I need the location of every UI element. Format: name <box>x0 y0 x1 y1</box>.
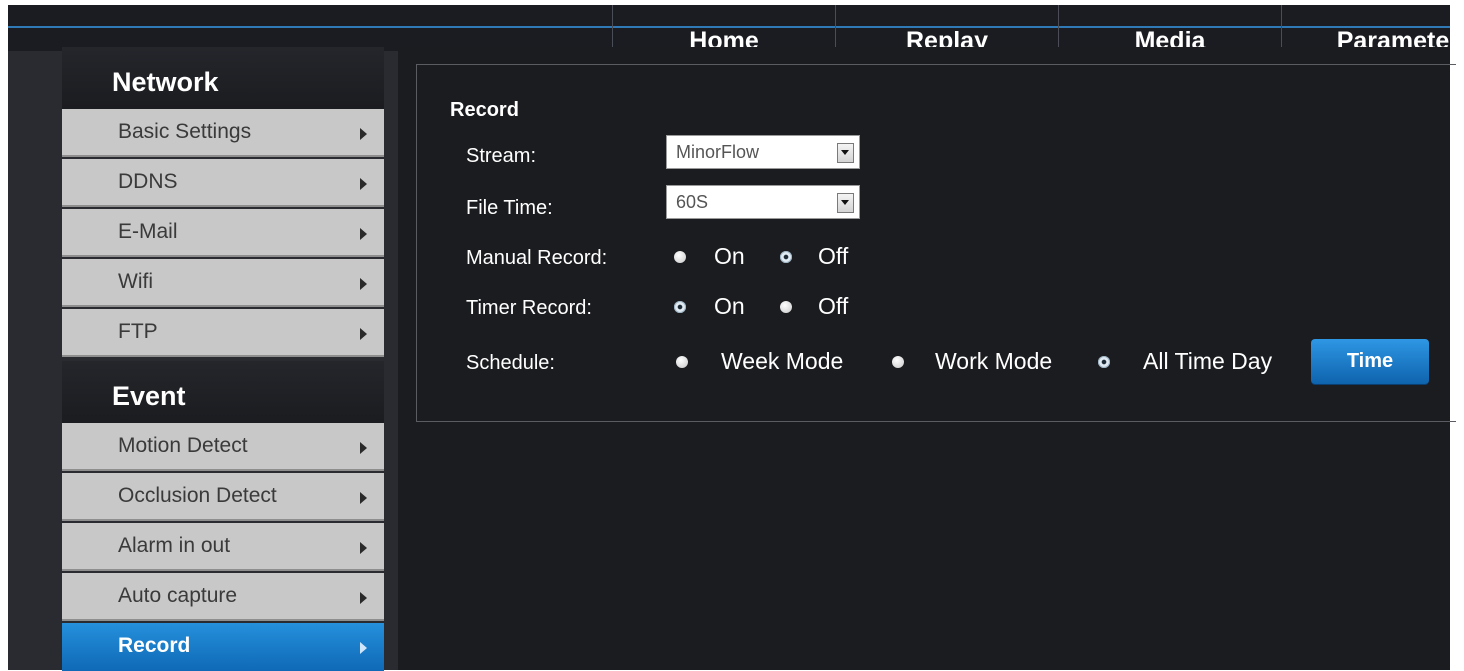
sidebar-item-basic-settings[interactable]: Basic Settings <box>62 109 384 157</box>
timer-record-off-label: Off <box>818 293 849 319</box>
file-time-label: File Time: <box>466 197 553 219</box>
manual-record-off-label: Off <box>818 243 849 269</box>
time-button[interactable]: Time <box>1311 339 1429 384</box>
sidebar: Network Basic Settings DDNS E-Mail Wifi … <box>62 47 384 671</box>
panel-title: Record <box>450 99 519 121</box>
arrow-right-icon <box>360 228 367 240</box>
sidebar-item-occlusion-detect[interactable]: Occlusion Detect <box>62 473 384 521</box>
sidebar-item-label: Alarm in out <box>118 534 231 557</box>
sidebar-item-label: Auto capture <box>118 584 238 607</box>
stream-select[interactable]: MinorFlow <box>666 135 860 169</box>
arrow-right-icon <box>360 642 367 654</box>
schedule-all-time-day-radio[interactable] <box>1098 356 1110 368</box>
arrow-right-icon <box>360 128 367 140</box>
arrow-right-icon <box>360 178 367 190</box>
sidebar-section-event[interactable]: Event <box>62 361 384 423</box>
sidebar-item-label: DDNS <box>118 170 178 193</box>
sidebar-item-auto-capture[interactable]: Auto capture <box>62 573 384 621</box>
manual-record-label: Manual Record: <box>466 247 608 269</box>
section-title-event: Event <box>112 381 186 411</box>
time-button-label: Time <box>1346 350 1394 372</box>
arrow-right-icon <box>360 492 367 504</box>
sidebar-item-label: Basic Settings <box>118 120 252 143</box>
sidebar-item-label: Motion Detect <box>118 434 248 457</box>
arrow-right-icon <box>360 328 367 340</box>
arrow-right-icon <box>360 542 367 554</box>
sidebar-item-alarm-in-out[interactable]: Alarm in out <box>62 523 384 571</box>
manual-record-on-label: On <box>714 243 745 269</box>
arrow-right-icon <box>360 442 367 454</box>
timer-record-label: Timer Record: <box>466 297 592 319</box>
schedule-work-mode-radio[interactable] <box>892 356 904 368</box>
dropdown-arrow-icon[interactable] <box>837 143 854 163</box>
timer-record-on-label: On <box>714 293 745 319</box>
timer-record-off-radio[interactable] <box>780 301 792 313</box>
tab-home[interactable]: Home <box>612 5 835 51</box>
arrow-right-icon <box>360 592 367 604</box>
schedule-week-mode-label: Week Mode <box>721 348 844 374</box>
schedule-work-mode-label: Work Mode <box>935 348 1053 374</box>
sidebar-item-ftp[interactable]: FTP <box>62 309 384 357</box>
schedule-week-mode-radio[interactable] <box>676 356 688 368</box>
arrow-right-icon <box>360 278 367 290</box>
schedule-all-time-day-label: All Time Day <box>1143 348 1273 374</box>
dropdown-arrow-icon[interactable] <box>837 193 854 213</box>
stream-select-value: MinorFlow <box>676 142 760 162</box>
file-time-select-value: 60S <box>676 192 709 212</box>
timer-record-on-radio[interactable] <box>674 301 686 313</box>
sidebar-item-label: FTP <box>118 320 158 343</box>
schedule-label: Schedule: <box>466 352 555 374</box>
file-time-select[interactable]: 60S <box>666 185 860 219</box>
manual-record-off-radio[interactable] <box>780 251 792 263</box>
sidebar-item-record[interactable]: Record <box>62 623 384 671</box>
sidebar-item-ddns[interactable]: DDNS <box>62 159 384 207</box>
section-title-network: Network <box>112 67 219 97</box>
top-navigation-bar: Home Replay Media Paramete <box>8 5 1450 51</box>
sidebar-item-label: Occlusion Detect <box>118 484 277 507</box>
sidebar-item-label: E-Mail <box>118 220 178 243</box>
tab-media[interactable]: Media <box>1058 5 1281 51</box>
tab-replay[interactable]: Replay <box>835 5 1058 51</box>
tab-parameter[interactable]: Paramete <box>1281 5 1464 51</box>
sidebar-item-label: Record <box>118 634 191 657</box>
sidebar-item-label: Wifi <box>118 270 153 293</box>
sidebar-item-email[interactable]: E-Mail <box>62 209 384 257</box>
manual-record-on-radio[interactable] <box>674 251 686 263</box>
sidebar-section-network[interactable]: Network <box>62 47 384 109</box>
sidebar-item-wifi[interactable]: Wifi <box>62 259 384 307</box>
stream-label: Stream: <box>466 145 537 167</box>
sidebar-item-motion-detect[interactable]: Motion Detect <box>62 423 384 471</box>
